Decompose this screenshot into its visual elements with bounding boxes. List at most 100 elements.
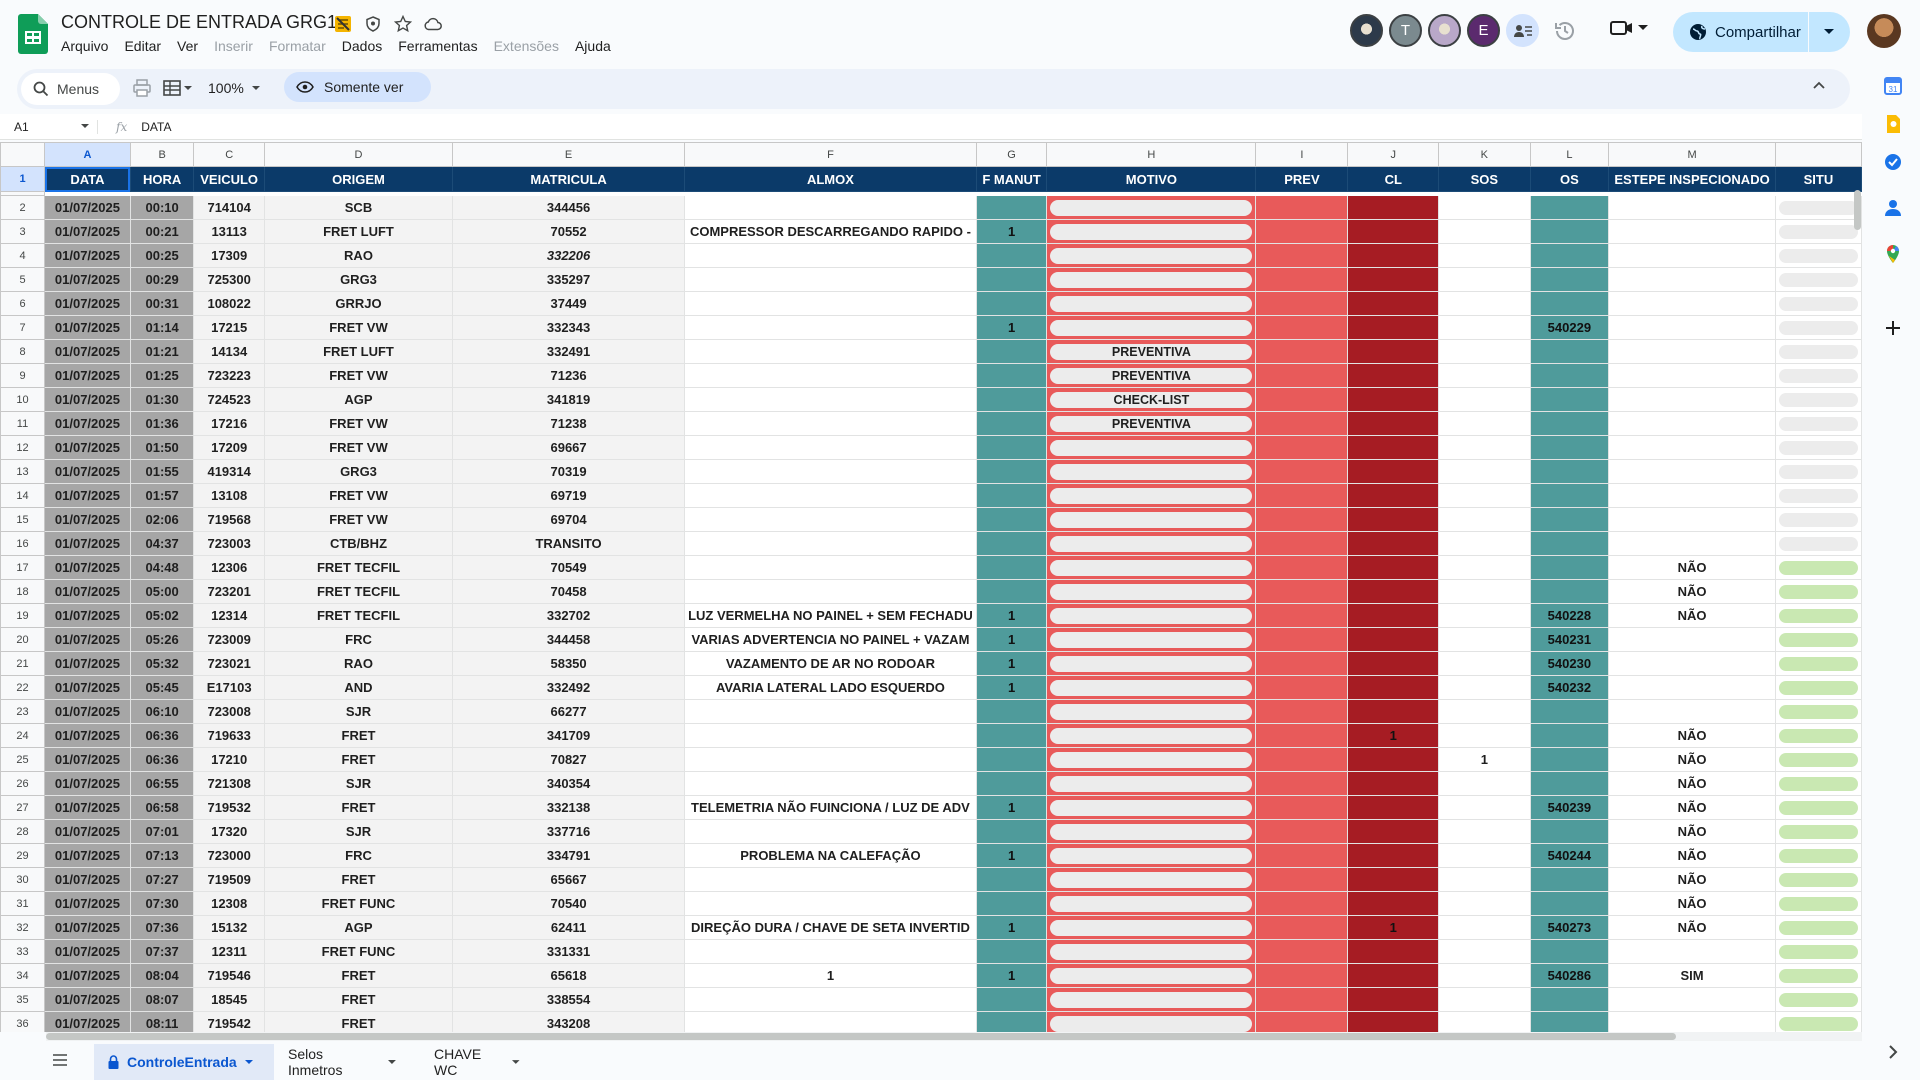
- cell-sos[interactable]: [1438, 339, 1531, 364]
- cell-sos[interactable]: [1438, 843, 1531, 868]
- cell-hora[interactable]: 07:30: [129, 891, 195, 916]
- cell-motivo[interactable]: [1046, 963, 1257, 988]
- motivo-dropdown-chip[interactable]: [1050, 799, 1253, 816]
- cell-hora[interactable]: 01:25: [129, 363, 195, 388]
- cell-os[interactable]: [1529, 435, 1610, 460]
- cell-prev[interactable]: [1255, 795, 1349, 820]
- sheets-logo-icon[interactable]: [18, 14, 48, 54]
- cell-sos[interactable]: [1438, 771, 1531, 796]
- cell-origem[interactable]: AGP: [263, 915, 454, 940]
- cell-hora[interactable]: 01:30: [129, 387, 195, 412]
- cell-hora[interactable]: 08:07: [129, 987, 195, 1012]
- cell-origem[interactable]: FRET VW: [263, 483, 454, 508]
- scroll-thumb[interactable]: [46, 1033, 1676, 1040]
- cell-data[interactable]: 01/07/2025: [44, 651, 131, 676]
- cell-prev[interactable]: [1255, 771, 1349, 796]
- cell-sos[interactable]: [1438, 267, 1531, 292]
- cell-cl[interactable]: [1347, 771, 1440, 796]
- cell-origem[interactable]: FRET VW: [263, 435, 454, 460]
- cell-motivo[interactable]: [1046, 771, 1257, 796]
- cell-prev[interactable]: [1255, 891, 1349, 916]
- cell-data[interactable]: 01/07/2025: [44, 435, 131, 460]
- cell-estepe[interactable]: [1608, 339, 1776, 364]
- cell-f-manut[interactable]: [975, 267, 1048, 292]
- motivo-dropdown-chip[interactable]: [1050, 847, 1253, 864]
- cell-veiculo[interactable]: 719568: [193, 507, 265, 532]
- cell-f-manut[interactable]: 1: [975, 651, 1048, 676]
- cell-matricula[interactable]: 66277: [452, 699, 686, 724]
- motivo-dropdown-chip[interactable]: [1050, 583, 1253, 600]
- cell-prev[interactable]: [1255, 915, 1349, 940]
- cell-motivo[interactable]: [1046, 795, 1257, 820]
- cell-veiculo[interactable]: 419314: [193, 459, 265, 484]
- cell-prev[interactable]: [1255, 507, 1349, 532]
- cell-motivo[interactable]: [1046, 243, 1257, 268]
- cell-f-manut[interactable]: [975, 435, 1048, 460]
- row-number[interactable]: 7: [0, 315, 45, 340]
- cell-almox[interactable]: [684, 723, 977, 748]
- cell-prev[interactable]: [1255, 387, 1349, 412]
- cell-hora[interactable]: 06:36: [129, 747, 195, 772]
- cell-sos[interactable]: [1438, 891, 1531, 916]
- column-l-header[interactable]: L: [1529, 142, 1610, 167]
- row-number[interactable]: 10: [0, 387, 45, 412]
- column-e-header[interactable]: E: [452, 142, 686, 167]
- cell-sos[interactable]: [1438, 675, 1531, 700]
- situ-dropdown-chip[interactable]: [1778, 680, 1858, 695]
- cell-data[interactable]: 01/07/2025: [44, 579, 131, 604]
- cell-veiculo[interactable]: 719546: [193, 963, 265, 988]
- zoom-select[interactable]: 100%: [208, 80, 260, 96]
- cell-situ[interactable]: [1774, 963, 1862, 988]
- header-prev[interactable]: PREV: [1255, 166, 1349, 192]
- cell-data[interactable]: 01/07/2025: [44, 603, 131, 628]
- cell-matricula[interactable]: 331331: [452, 939, 686, 964]
- row-number[interactable]: 2: [0, 195, 45, 220]
- cell-data[interactable]: 01/07/2025: [44, 291, 131, 316]
- situ-dropdown-chip[interactable]: [1778, 656, 1858, 671]
- name-box[interactable]: A1: [0, 120, 97, 134]
- cell-f-manut[interactable]: [975, 339, 1048, 364]
- cell-matricula[interactable]: 69704: [452, 507, 686, 532]
- cell-almox[interactable]: PROBLEMA NA CALEFAÇÃO: [684, 843, 977, 868]
- cell-situ[interactable]: [1774, 675, 1862, 700]
- cell-almox[interactable]: 1: [684, 963, 977, 988]
- situ-dropdown-chip[interactable]: [1778, 848, 1858, 863]
- cell-prev[interactable]: [1255, 939, 1349, 964]
- cell-motivo[interactable]: [1046, 915, 1257, 940]
- row-number[interactable]: 4: [0, 243, 45, 268]
- cell-origem[interactable]: SJR: [263, 819, 454, 844]
- row-number[interactable]: 29: [0, 843, 45, 868]
- cell-veiculo[interactable]: 714104: [193, 195, 265, 220]
- cell-data[interactable]: 01/07/2025: [44, 555, 131, 580]
- situ-dropdown-chip[interactable]: [1778, 920, 1858, 935]
- cell-matricula[interactable]: 332343: [452, 315, 686, 340]
- motivo-dropdown-chip[interactable]: [1050, 559, 1253, 576]
- cell-prev[interactable]: [1255, 339, 1349, 364]
- no-sync-icon[interactable]: [333, 14, 353, 34]
- cell-prev[interactable]: [1255, 315, 1349, 340]
- motivo-dropdown-chip[interactable]: [1050, 775, 1253, 792]
- cell-os[interactable]: [1529, 531, 1610, 556]
- cell-origem[interactable]: FRET: [263, 987, 454, 1012]
- situ-dropdown-chip[interactable]: [1778, 560, 1858, 575]
- search-menus-button[interactable]: Menus: [21, 73, 120, 105]
- cell-origem[interactable]: FRET LUFT: [263, 339, 454, 364]
- cell-hora[interactable]: 01:36: [129, 411, 195, 436]
- cell-situ[interactable]: [1774, 987, 1862, 1012]
- cell-sos[interactable]: [1438, 291, 1531, 316]
- motivo-dropdown-chip[interactable]: [1050, 463, 1253, 480]
- cell-hora[interactable]: 06:58: [129, 795, 195, 820]
- cell-f-manut[interactable]: [975, 459, 1048, 484]
- cell-situ[interactable]: [1774, 411, 1862, 436]
- cell-cl[interactable]: [1347, 243, 1440, 268]
- column-d-header[interactable]: D: [263, 142, 454, 167]
- cell-almox[interactable]: [684, 579, 977, 604]
- cell-situ[interactable]: [1774, 915, 1862, 940]
- cell-matricula[interactable]: 332206: [452, 243, 686, 268]
- cell-situ[interactable]: [1774, 483, 1862, 508]
- cell-motivo[interactable]: [1046, 195, 1257, 220]
- cell-motivo[interactable]: [1046, 459, 1257, 484]
- calendar-icon[interactable]: 31: [1883, 76, 1903, 96]
- cell-data[interactable]: 01/07/2025: [44, 795, 131, 820]
- header-veiculo[interactable]: VEICULO: [193, 166, 265, 192]
